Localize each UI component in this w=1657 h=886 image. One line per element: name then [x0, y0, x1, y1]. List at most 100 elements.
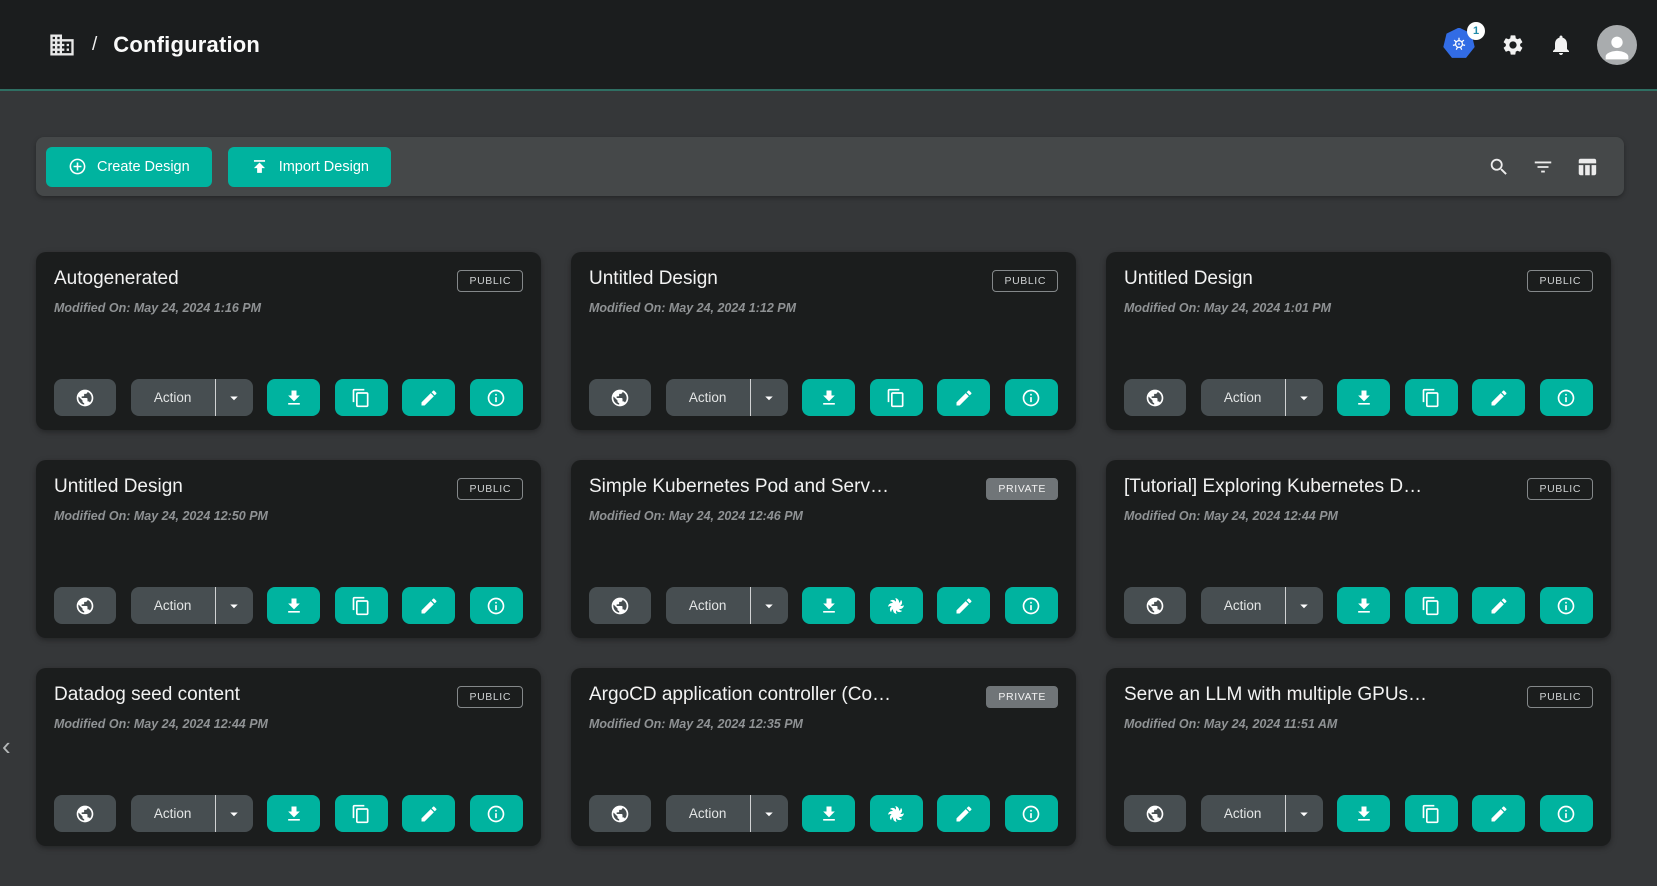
card-header: Datadog seed content PUBLIC: [54, 684, 523, 708]
action-button-label[interactable]: Action: [666, 379, 750, 416]
download-button[interactable]: [802, 795, 855, 832]
upload-icon: [250, 157, 269, 176]
context-count-badge: 1: [1467, 22, 1485, 40]
info-button[interactable]: [470, 379, 523, 416]
download-button[interactable]: [1337, 795, 1390, 832]
action-split-button[interactable]: Action: [131, 587, 253, 624]
design-card: Simple Kubernetes Pod and Serv… PRIVATE …: [571, 460, 1076, 638]
info-button[interactable]: [1540, 795, 1593, 832]
action-button-label[interactable]: Action: [1201, 795, 1285, 832]
create-design-button[interactable]: Create Design: [46, 147, 212, 187]
action-dropdown-button[interactable]: [1286, 795, 1323, 832]
action-split-button[interactable]: Action: [666, 795, 788, 832]
edit-button[interactable]: [1472, 379, 1525, 416]
publish-button[interactable]: [1124, 379, 1186, 416]
edit-button[interactable]: [937, 379, 990, 416]
info-button[interactable]: [1540, 587, 1593, 624]
info-button[interactable]: [1005, 587, 1058, 624]
card-header: Untitled Design PUBLIC: [589, 268, 1058, 292]
settings-button[interactable]: [1501, 33, 1525, 57]
notifications-button[interactable]: [1549, 33, 1573, 57]
info-button[interactable]: [1005, 379, 1058, 416]
edit-button[interactable]: [1472, 795, 1525, 832]
action-button-label[interactable]: Action: [131, 587, 215, 624]
action-dropdown-button[interactable]: [216, 795, 253, 832]
info-button[interactable]: [470, 795, 523, 832]
import-design-button[interactable]: Import Design: [228, 147, 391, 187]
publish-button[interactable]: [589, 587, 651, 624]
globe-icon: [1145, 596, 1165, 616]
copy-or-clone-button[interactable]: [1405, 795, 1458, 832]
action-button-label[interactable]: Action: [666, 587, 750, 624]
action-split-button[interactable]: Action: [1201, 379, 1323, 416]
copy-or-clone-button[interactable]: [335, 379, 388, 416]
building-icon[interactable]: [48, 31, 76, 59]
download-button[interactable]: [802, 587, 855, 624]
download-button[interactable]: [802, 379, 855, 416]
action-button-label[interactable]: Action: [131, 795, 215, 832]
action-dropdown-button[interactable]: [1286, 587, 1323, 624]
copy-or-clone-button[interactable]: [335, 795, 388, 832]
info-button[interactable]: [1005, 795, 1058, 832]
sidebar-expand-chevron[interactable]: ‹: [2, 733, 11, 759]
search-button[interactable]: [1488, 156, 1510, 178]
action-split-button[interactable]: Action: [666, 379, 788, 416]
action-dropdown-button[interactable]: [216, 379, 253, 416]
download-button[interactable]: [1337, 587, 1390, 624]
gear-icon: [1501, 33, 1525, 57]
action-split-button[interactable]: Action: [131, 795, 253, 832]
action-button-label[interactable]: Action: [666, 795, 750, 832]
publish-button[interactable]: [1124, 587, 1186, 624]
info-button[interactable]: [1540, 379, 1593, 416]
copy-or-clone-button[interactable]: [870, 379, 923, 416]
publish-button[interactable]: [54, 379, 116, 416]
action-dropdown-button[interactable]: [1286, 379, 1323, 416]
action-split-button[interactable]: Action: [1201, 795, 1323, 832]
publish-button[interactable]: [54, 795, 116, 832]
copy-or-clone-button[interactable]: [870, 587, 923, 624]
kubernetes-context-button[interactable]: 1: [1443, 28, 1477, 62]
publish-button[interactable]: [1124, 795, 1186, 832]
copy-or-clone-button[interactable]: [335, 587, 388, 624]
download-button[interactable]: [1337, 379, 1390, 416]
download-icon: [819, 596, 839, 616]
publish-button[interactable]: [589, 795, 651, 832]
edit-button[interactable]: [402, 379, 455, 416]
visibility-badge: PUBLIC: [1527, 270, 1593, 292]
info-button[interactable]: [470, 587, 523, 624]
bell-icon: [1549, 33, 1573, 57]
copy-icon: [351, 596, 371, 616]
copy-or-clone-button[interactable]: [1405, 379, 1458, 416]
action-button-label[interactable]: Action: [1201, 379, 1285, 416]
action-dropdown-button[interactable]: [751, 379, 788, 416]
copy-or-clone-button[interactable]: [1405, 587, 1458, 624]
filter-button[interactable]: [1532, 156, 1554, 178]
user-avatar[interactable]: [1597, 25, 1637, 65]
action-dropdown-button[interactable]: [751, 587, 788, 624]
action-split-button[interactable]: Action: [666, 587, 788, 624]
action-button-label[interactable]: Action: [131, 379, 215, 416]
action-dropdown-button[interactable]: [216, 587, 253, 624]
copy-or-clone-button[interactable]: [870, 795, 923, 832]
design-card: Datadog seed content PUBLIC Modified On:…: [36, 668, 541, 846]
caret-down-icon: [225, 597, 243, 615]
edit-button[interactable]: [937, 795, 990, 832]
download-button[interactable]: [267, 587, 320, 624]
copy-icon: [351, 388, 371, 408]
visibility-badge: PUBLIC: [457, 686, 523, 708]
table-view-button[interactable]: [1576, 156, 1598, 178]
action-split-button[interactable]: Action: [1201, 587, 1323, 624]
action-split-button[interactable]: Action: [131, 379, 253, 416]
edit-button[interactable]: [402, 587, 455, 624]
design-card: Autogenerated PUBLIC Modified On: May 24…: [36, 252, 541, 430]
download-button[interactable]: [267, 379, 320, 416]
publish-button[interactable]: [589, 379, 651, 416]
download-icon: [819, 804, 839, 824]
download-button[interactable]: [267, 795, 320, 832]
edit-button[interactable]: [402, 795, 455, 832]
publish-button[interactable]: [54, 587, 116, 624]
edit-button[interactable]: [937, 587, 990, 624]
action-button-label[interactable]: Action: [1201, 587, 1285, 624]
action-dropdown-button[interactable]: [751, 795, 788, 832]
edit-button[interactable]: [1472, 587, 1525, 624]
